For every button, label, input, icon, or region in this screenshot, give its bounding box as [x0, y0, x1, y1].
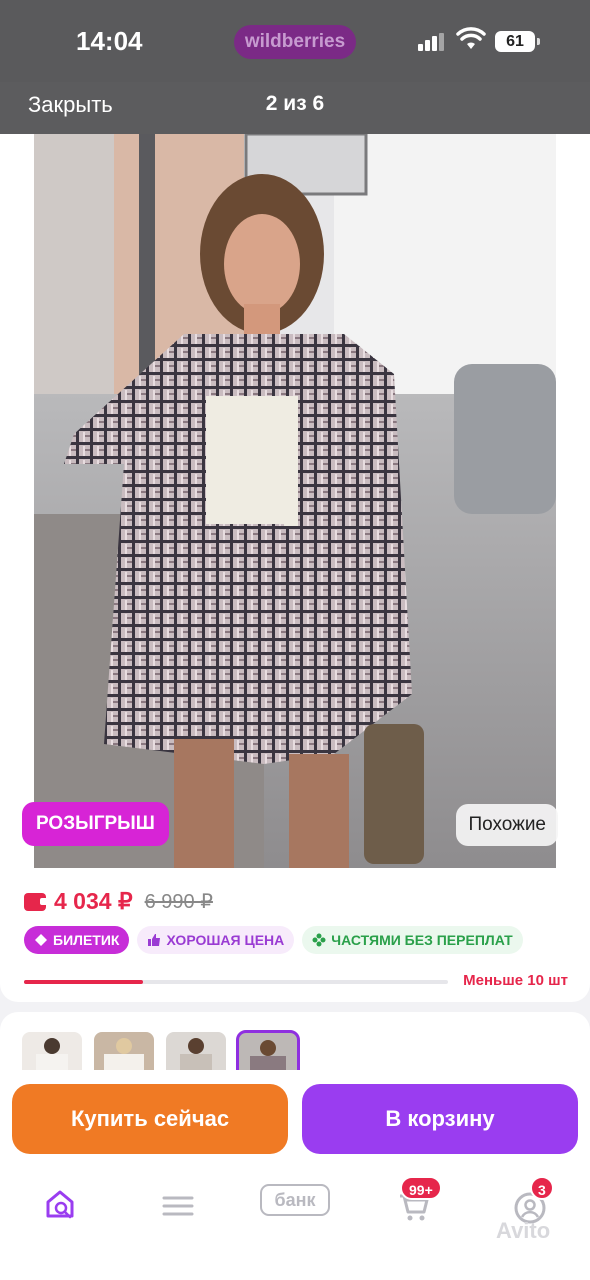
badge-label: БИЛЕТИК — [53, 932, 120, 948]
status-bar: 14:04 wildberries 61 — [0, 0, 590, 82]
battery-icon: 61 — [495, 31, 540, 52]
price-row: 4 034 ₽ 6 990 ₽ — [24, 888, 213, 915]
ticket-icon — [35, 934, 47, 946]
product-photo-area[interactable]: РОЗЫГРЫШ Похожие — [0, 134, 590, 868]
badge-installments[interactable]: ЧАСТЯМИ БЕЗ ПЕРЕПЛАТ — [302, 926, 523, 954]
action-bar: Купить сейчас В корзину — [0, 1070, 590, 1170]
profile-count-badge: 3 — [530, 1176, 554, 1200]
badge-ticket[interactable]: БИЛЕТИК — [24, 926, 130, 954]
badge-list: БИЛЕТИК ХОРОШАЯ ЦЕНА ЧАСТЯМИ БЕЗ ПЕРЕПЛА… — [24, 926, 523, 954]
home-search-icon — [46, 1190, 74, 1219]
stock-progress-bar — [24, 980, 448, 984]
stock-text: Меньше 10 шт — [463, 972, 568, 989]
badge-good-price[interactable]: ХОРОШАЯ ЦЕНА — [137, 926, 295, 954]
stock-progress-fill — [24, 980, 143, 984]
wallet-icon — [24, 892, 48, 911]
signal-icon — [418, 33, 444, 51]
parts-icon — [312, 933, 326, 947]
product-photo[interactable] — [34, 134, 556, 868]
badge-label: ХОРОШАЯ ЦЕНА — [166, 932, 285, 948]
tab-bank[interactable]: банк — [260, 1184, 330, 1216]
thumbs-up-icon — [148, 934, 161, 946]
badge-label: ЧАСТЯМИ БЕЗ ПЕРЕПЛАТ — [331, 932, 513, 948]
viewer-header: 2 из 6 Закрыть — [0, 82, 590, 134]
price-current: 4 034 ₽ — [54, 888, 133, 914]
similar-button[interactable]: Похожие — [456, 804, 558, 846]
buy-now-button[interactable]: Купить сейчас — [12, 1084, 288, 1154]
price-card: 4 034 ₽ 6 990 ₽ БИЛЕТИК ХОРОШАЯ ЦЕНА ЧАС… — [0, 868, 590, 1002]
price-old: 6 990 ₽ — [144, 891, 213, 913]
close-button[interactable]: Закрыть — [28, 92, 113, 118]
tab-catalog[interactable] — [148, 1180, 208, 1230]
menu-icon — [162, 1196, 194, 1216]
wifi-icon — [456, 27, 486, 49]
brand-pill: wildberries — [234, 25, 356, 59]
tab-home[interactable] — [30, 1180, 90, 1230]
raffle-badge[interactable]: РОЗЫГРЫШ — [22, 802, 169, 846]
status-time: 14:04 — [76, 26, 143, 56]
cart-count-badge: 99+ — [400, 1176, 442, 1200]
avito-watermark: Avito — [496, 1218, 551, 1243]
add-to-cart-button[interactable]: В корзину — [302, 1084, 578, 1154]
